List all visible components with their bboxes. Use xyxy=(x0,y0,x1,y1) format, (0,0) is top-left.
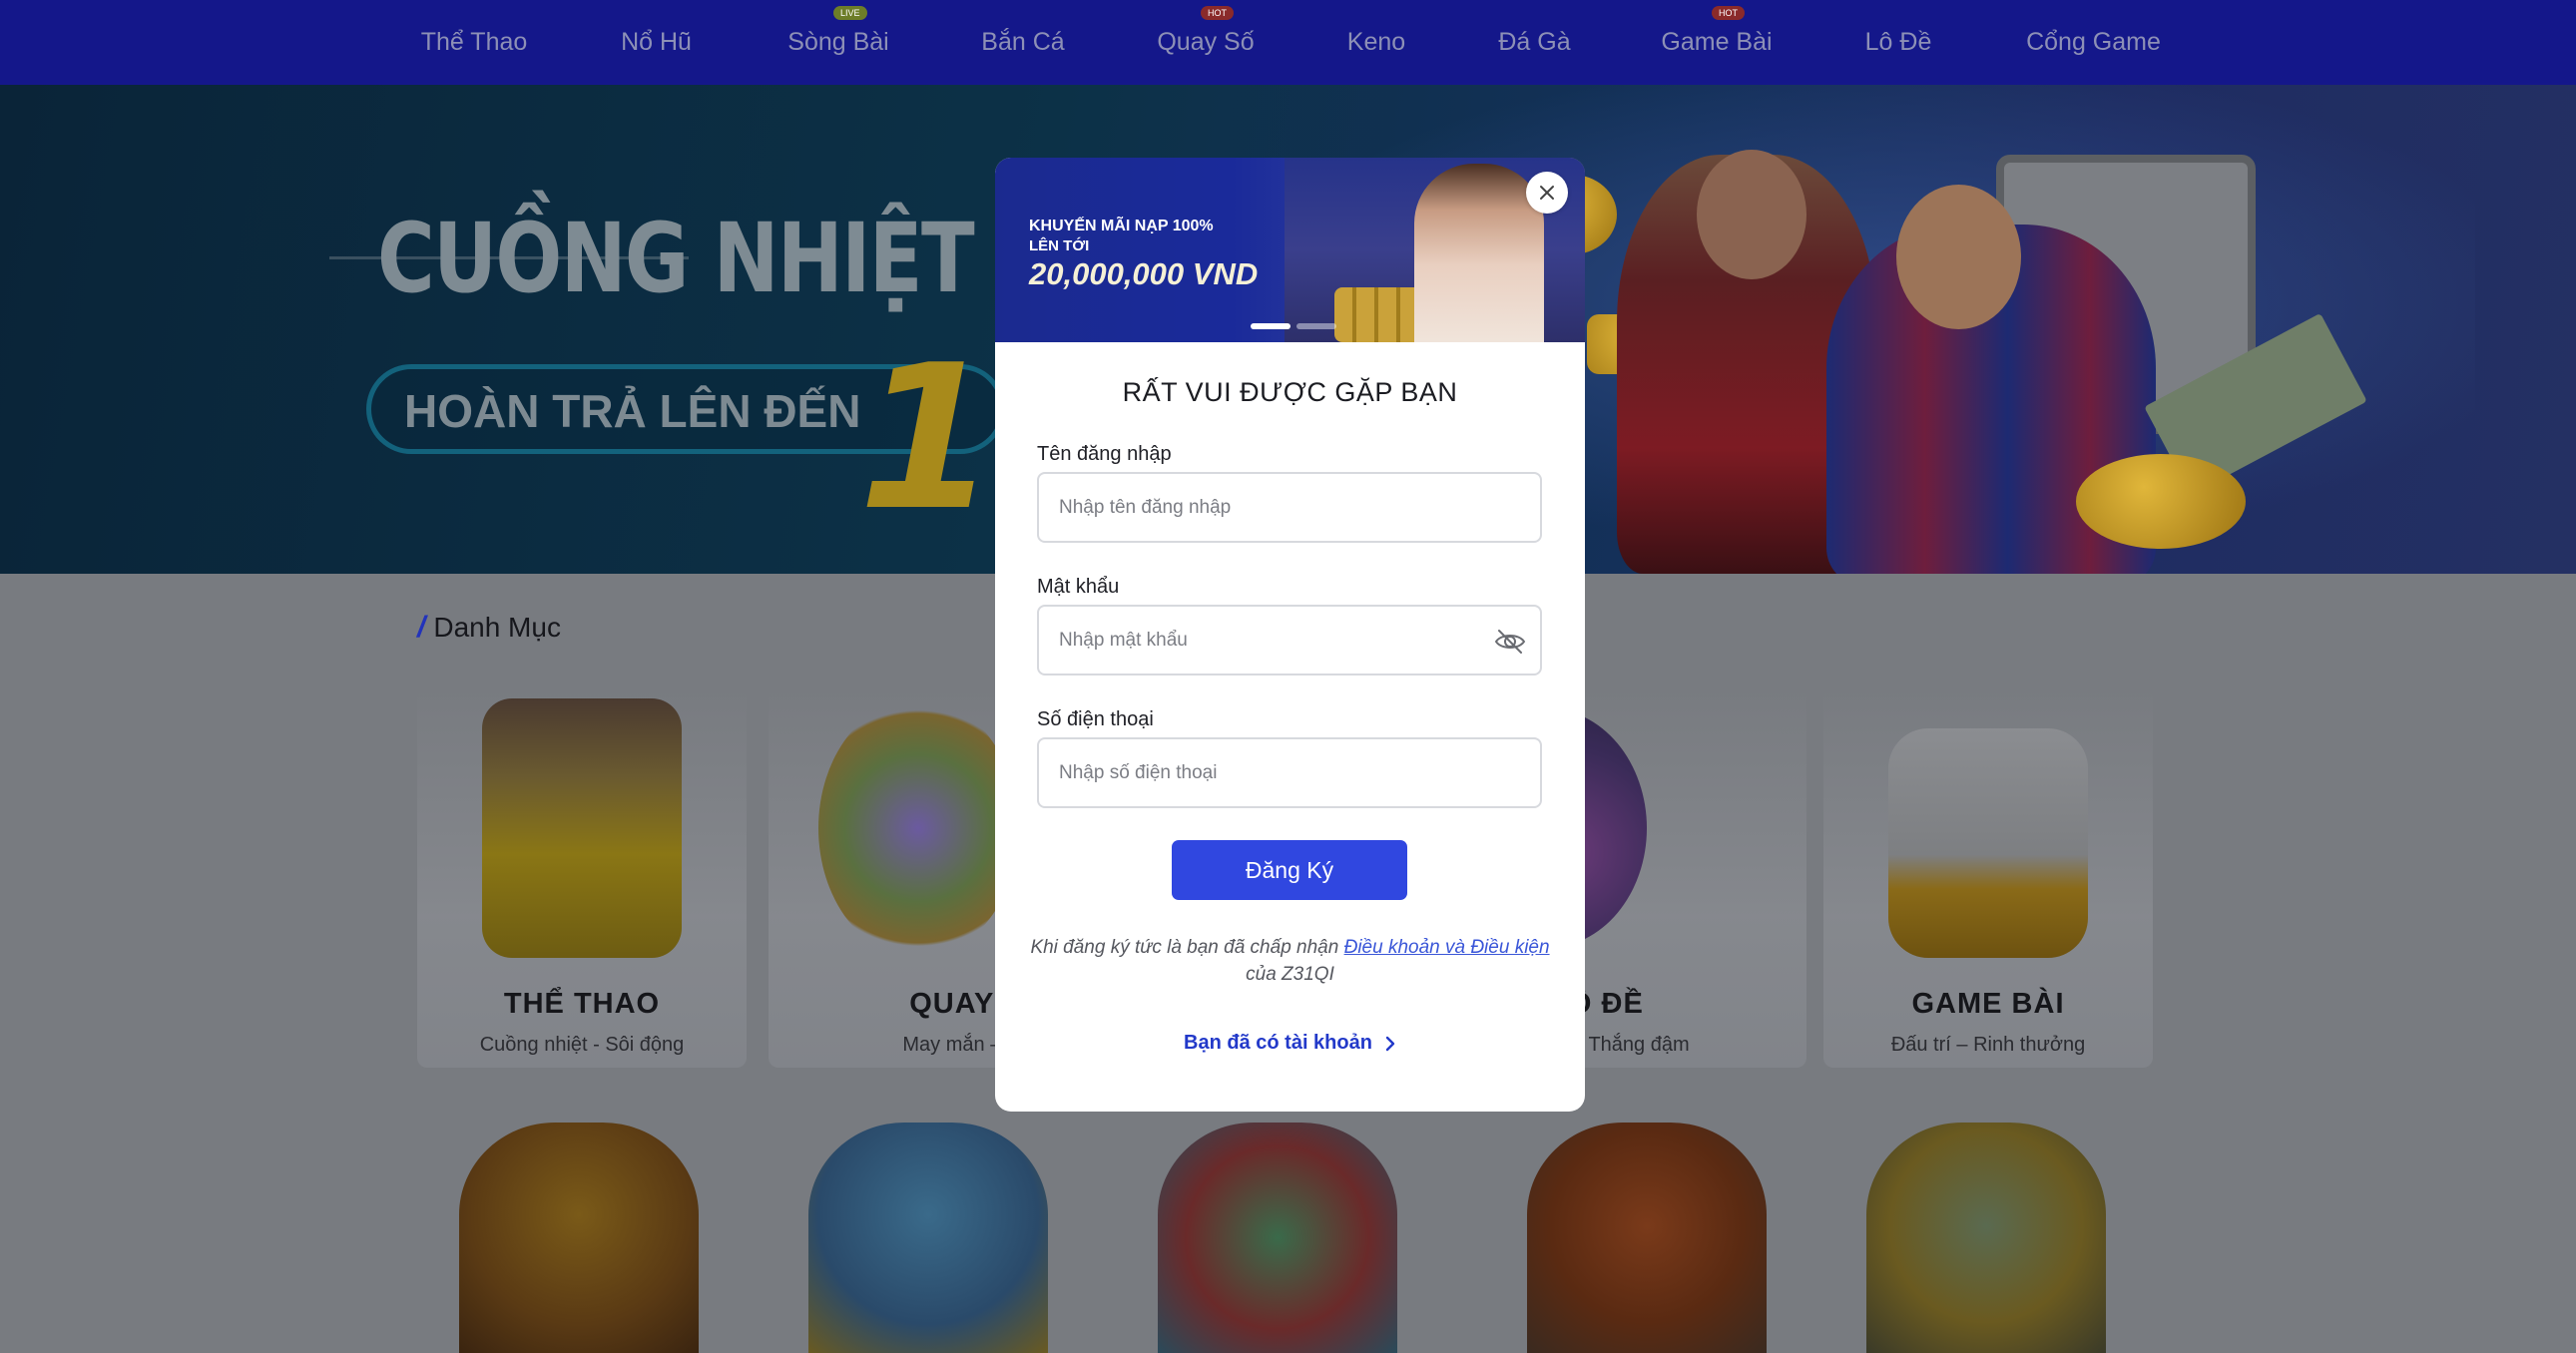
terms-text: Khi đăng ký tức là bạn đã chấp nhận Điều… xyxy=(1015,934,1565,988)
nav-item-keno[interactable]: Keno xyxy=(1332,0,1420,85)
section-header: / Danh Mục xyxy=(417,611,561,645)
category-subtitle: Cuồng nhiệt - Sôi động xyxy=(479,1034,685,1056)
hot-badge: HOT xyxy=(1712,6,1745,20)
fish-shooter-image[interactable] xyxy=(808,1123,1048,1353)
player-head-image xyxy=(1896,185,2021,329)
nav-item-no-hu[interactable]: Nổ Hũ xyxy=(604,0,709,85)
bowl-image[interactable] xyxy=(1866,1123,2106,1353)
password-label: Mật khẩu xyxy=(1037,576,1120,598)
username-field xyxy=(1037,472,1542,543)
slider-dots xyxy=(1251,323,1336,329)
eye-off-icon xyxy=(1494,630,1526,654)
top-nav: Thể Thao Nổ Hũ Sòng Bài LIVE Bắn Cá Quay… xyxy=(0,0,2576,85)
nav-item-label: Game Bài xyxy=(1661,28,1773,56)
nav-item-label: Đá Gà xyxy=(1498,28,1571,56)
section-accent: / xyxy=(417,611,426,644)
live-badge: LIVE xyxy=(833,6,867,20)
promo-model-image xyxy=(1414,164,1544,342)
nav-item-cong-game[interactable]: Cổng Game xyxy=(2016,0,2171,85)
nav-item-label: Thể Thao xyxy=(420,28,528,56)
nav-item-lo-de[interactable]: Lô Đề xyxy=(1854,0,1942,85)
terms-suffix: của Z31QI xyxy=(1246,964,1334,985)
category-card-the-thao[interactable]: THỂ THAO Cuồng nhiệt - Sôi động xyxy=(417,688,747,1068)
nav-item-label: Keno xyxy=(1346,28,1406,56)
nav-item-song-bai[interactable]: Sòng Bài LIVE xyxy=(773,0,903,85)
nav-item-quay-so[interactable]: Quay Số HOT xyxy=(1146,0,1266,85)
phone-input[interactable] xyxy=(1039,739,1540,806)
category-subtitle: Đấu trí – Rinh thưởng xyxy=(1890,1034,2086,1056)
nav-item-da-ga[interactable]: Đá Gà xyxy=(1487,0,1582,85)
nav-list: Thể Thao Nổ Hũ Sòng Bài LIVE Bắn Cá Quay… xyxy=(0,0,2576,85)
slider-dot[interactable] xyxy=(1296,323,1336,329)
phone-label: Số điện thoại xyxy=(1037,708,1154,730)
nav-item-label: Cổng Game xyxy=(2026,28,2161,56)
category-title: THỂ THAO xyxy=(503,988,661,1020)
section-title: Danh Mục xyxy=(433,612,561,643)
promo-amount: 20,000,000 VND xyxy=(1029,256,1259,291)
password-toggle-button[interactable] xyxy=(1492,624,1528,660)
register-modal: KHUYẾN MÃI NẠP 100% LÊN TỚI 20,000,000 V… xyxy=(995,158,1585,1112)
nav-item-game-bai[interactable]: Game Bài HOT xyxy=(1652,0,1782,85)
nav-item-ban-ca[interactable]: Bắn Cá xyxy=(968,0,1078,85)
close-icon xyxy=(1540,186,1554,200)
nav-item-label: Quay Số xyxy=(1157,28,1255,56)
lottery-cage-image xyxy=(818,698,1018,958)
password-input[interactable] xyxy=(1039,607,1540,674)
nav-item-label: Bắn Cá xyxy=(981,28,1065,56)
promo-line2: LÊN TỚI xyxy=(1029,237,1090,254)
category-title: GAME BÀI xyxy=(1911,988,2065,1020)
chevron-right-icon xyxy=(1385,1036,1395,1051)
dice-image[interactable] xyxy=(1158,1123,1397,1353)
hot-badge: HOT xyxy=(1201,6,1234,20)
promo-slider[interactable]: KHUYẾN MÃI NẠP 100% LÊN TỚI 20,000,000 V… xyxy=(995,158,1585,342)
close-button[interactable] xyxy=(1526,172,1568,214)
login-link[interactable]: Bạn đã có tài khoản xyxy=(995,1032,1585,1055)
playing-cards-image xyxy=(1888,728,2088,958)
nav-item-label: Nổ Hũ xyxy=(621,28,692,56)
nav-item-label: Sòng Bài xyxy=(787,28,889,56)
category-card-game-bai[interactable]: GAME BÀI Đấu trí – Rinh thưởng xyxy=(1823,688,2153,1068)
username-input[interactable] xyxy=(1039,474,1540,541)
password-field xyxy=(1037,605,1542,676)
nav-item-label: Lô Đề xyxy=(1864,28,1932,56)
username-label: Tên đăng nhập xyxy=(1037,443,1172,465)
banner-pill-text: HOÀN TRẢ LÊN ĐẾN xyxy=(404,385,861,437)
terms-prefix: Khi đăng ký tức là bạn đã chấp nhận xyxy=(1030,937,1344,958)
promo-line1: KHUYẾN MÃI NẠP 100% xyxy=(1029,218,1214,234)
terms-link[interactable]: Điều khoản và Điều kiện xyxy=(1344,937,1550,958)
register-button[interactable]: Đăng Ký xyxy=(1172,840,1407,900)
football-player-image xyxy=(482,698,682,958)
rooster-image[interactable] xyxy=(1527,1123,1767,1353)
player-head-image xyxy=(1697,150,1806,279)
coin-image xyxy=(2076,454,2246,549)
nav-item-the-thao[interactable]: Thể Thao xyxy=(409,0,539,85)
login-link-label: Bạn đã có tài khoản xyxy=(1184,1032,1372,1054)
gold-pot-image[interactable] xyxy=(459,1123,699,1353)
slider-dot[interactable] xyxy=(1251,323,1290,329)
phone-field xyxy=(1037,737,1542,808)
modal-title: RẤT VUI ĐƯỢC GẶP BẠN xyxy=(1122,377,1458,407)
